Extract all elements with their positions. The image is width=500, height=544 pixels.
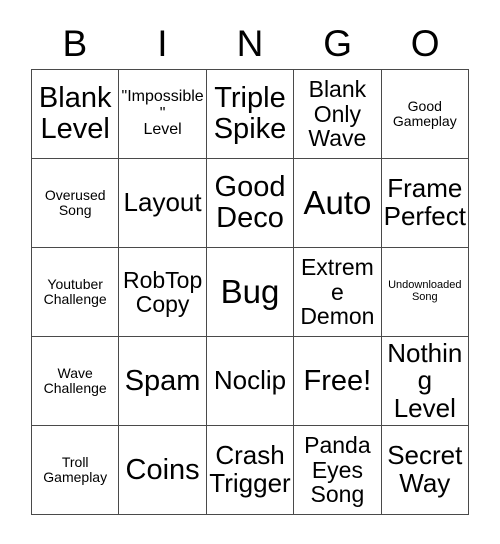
bingo-cell-label: Wave Challenge xyxy=(43,365,107,396)
bingo-cell-r4c4[interactable]: Free! xyxy=(294,337,382,426)
bingo-cell-label: Nothing Level xyxy=(387,337,463,423)
bingo-cell-label: Layout xyxy=(123,187,202,218)
bingo-cell-label: Crash Trigger xyxy=(209,440,291,498)
bingo-header-letter-g: G xyxy=(323,22,352,64)
bingo-cell-r2c5[interactable]: Frame Perfect xyxy=(381,159,469,248)
bingo-cell-r1c2[interactable]: "Impossible" Level xyxy=(119,70,207,159)
bingo-header-letter-i: I xyxy=(157,22,168,64)
bingo-cell-label: Noclip xyxy=(213,365,287,396)
bingo-cell-r5c1[interactable]: Troll Gameplay xyxy=(32,426,120,515)
bingo-cell-label: Troll Gameplay xyxy=(43,454,108,485)
bingo-cell-label: Youtuber Challenge xyxy=(43,276,107,307)
bingo-header-letter-b: B xyxy=(62,22,88,64)
bingo-cell-r5c3[interactable]: Crash Trigger xyxy=(206,426,295,515)
bingo-cell-label: Auto xyxy=(303,183,372,221)
bingo-cell-r2c2[interactable]: Layout xyxy=(119,159,207,248)
bingo-header: B I N G O xyxy=(31,18,469,68)
bingo-cell-label: Extreme Demon xyxy=(300,254,375,330)
bingo-cell-label: Overused Song xyxy=(44,187,106,218)
bingo-cell-r5c4[interactable]: Panda Eyes Song xyxy=(294,426,382,515)
bingo-cell-r4c5[interactable]: Nothing Level xyxy=(381,337,469,426)
bingo-cell-r3c5[interactable]: Undownloaded Song xyxy=(381,248,469,337)
bingo-cell-r3c1[interactable]: Youtuber Challenge xyxy=(32,248,120,337)
bingo-header-letter-n: N xyxy=(236,22,264,64)
bingo-cell-label: Good Gameplay xyxy=(392,98,457,129)
bingo-cell-r5c5[interactable]: Secret Way xyxy=(381,426,469,515)
bingo-cell-label: Free! xyxy=(303,364,372,397)
bingo-cell-r1c1[interactable]: Blank Level xyxy=(32,70,120,159)
bingo-cell-r2c4[interactable]: Auto xyxy=(294,159,382,248)
bingo-cell-label: Panda Eyes Song xyxy=(304,432,371,508)
bingo-card: B I N G O Blank Level "Impossible" Level T… xyxy=(0,0,500,544)
bingo-cell-label: Blank Level xyxy=(38,82,112,145)
bingo-cell-r1c3[interactable]: Triple Spike xyxy=(206,70,295,159)
bingo-grid: Blank Level "Impossible" Level Triple Spik… xyxy=(31,69,469,515)
bingo-cell-r2c3[interactable]: Good Deco xyxy=(206,159,295,248)
bingo-cell-r1c4[interactable]: Blank Only Wave xyxy=(294,70,382,159)
bingo-cell-label: Coins xyxy=(125,453,200,486)
bingo-cell-r4c3[interactable]: Noclip xyxy=(206,337,295,426)
bingo-cell-r3c3[interactable]: Bug xyxy=(206,248,295,337)
bingo-cell-label: Undownloaded Song xyxy=(388,279,462,303)
bingo-cell-label: Bug xyxy=(220,272,280,310)
bingo-cell-r3c4[interactable]: Extreme Demon xyxy=(294,248,382,337)
bingo-cell-r3c2[interactable]: RobTop Copy xyxy=(119,248,207,337)
bingo-cell-r4c2[interactable]: Spam xyxy=(119,337,207,426)
bingo-cell-r2c1[interactable]: Overused Song xyxy=(32,159,120,248)
bingo-cell-label: Triple Spike xyxy=(213,82,287,145)
bingo-cell-label: Good Deco xyxy=(214,171,286,234)
bingo-cell-label: "Impossible" Level xyxy=(121,87,204,139)
bingo-cell-r5c2[interactable]: Coins xyxy=(119,426,207,515)
bingo-cell-r1c5[interactable]: Good Gameplay xyxy=(381,70,469,159)
bingo-cell-label: Frame Perfect xyxy=(383,173,466,231)
bingo-cell-label: Secret Way xyxy=(387,440,463,498)
bingo-header-letter-o: O xyxy=(410,22,440,64)
bingo-cell-r4c1[interactable]: Wave Challenge xyxy=(32,337,120,426)
bingo-cell-label: RobTop Copy xyxy=(122,266,203,317)
bingo-cell-label: Spam xyxy=(124,364,201,397)
bingo-cell-label: Blank Only Wave xyxy=(308,76,367,152)
